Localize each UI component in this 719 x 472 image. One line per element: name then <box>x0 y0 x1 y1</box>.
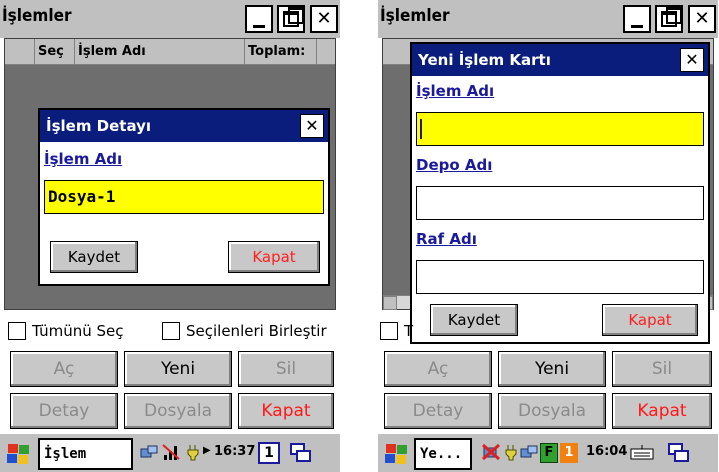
windows-start-icon[interactable] <box>4 442 30 466</box>
islem-adi-input[interactable] <box>416 112 704 146</box>
task-button-islem-detay[interactable]: İşlem De... <box>38 438 133 470</box>
list-header: Seç İşlem Adı Toplam: <box>5 39 335 65</box>
dialog-title: İşlem Detayı <box>46 117 152 135</box>
close-icon: ✕ <box>316 8 332 29</box>
close-icon: ✕ <box>305 116 319 135</box>
dialog-title: Yeni İşlem Kartı <box>418 51 551 69</box>
detay-button[interactable]: Detay <box>10 393 118 429</box>
no-network-icon[interactable] <box>482 443 500 461</box>
ac-button[interactable]: Aç <box>10 351 118 387</box>
windows-start-icon[interactable] <box>382 442 408 466</box>
task-button-yeni[interactable]: Ye... <box>414 438 472 470</box>
power-plug-icon[interactable] <box>502 443 520 461</box>
app-title: İşlemler <box>2 6 72 26</box>
close-icon: ✕ <box>694 8 710 29</box>
minimize-icon <box>253 24 265 28</box>
clock[interactable]: 16:04 <box>586 444 627 459</box>
sil-button[interactable]: Sil <box>612 351 712 387</box>
taskbar: Ye... F 1 16:04 <box>378 432 718 472</box>
dialog-title-bar: Yeni İşlem Kartı ✕ <box>412 44 708 76</box>
dialog-close-button[interactable]: ✕ <box>300 114 324 138</box>
islem-adi-label: İşlem Adı <box>416 82 495 100</box>
title-bar: İşlemler ✕ <box>0 0 340 38</box>
merge-selected-checkbox-row[interactable]: Seçilenleri Birleştir <box>162 318 327 344</box>
islem-detay-dialog: İşlem Detayı ✕ İşlem Adı Dosya-1 Kaydet … <box>38 108 330 286</box>
scroll-left-arrow[interactable] <box>383 296 397 310</box>
depo-adi-input[interactable] <box>416 186 704 220</box>
depo-adi-label: Depo Adı <box>416 156 493 174</box>
column-header-islem-adi[interactable]: İşlem Adı <box>75 39 245 65</box>
text-caret <box>420 119 422 139</box>
signal-icon[interactable] <box>162 443 180 461</box>
kapat-main-button[interactable]: Kapat <box>612 393 712 429</box>
merge-selected-checkbox[interactable] <box>162 322 180 340</box>
maximize-button[interactable] <box>655 5 683 33</box>
minimize-icon <box>631 24 643 28</box>
minimize-button[interactable] <box>245 5 273 33</box>
kapat-button[interactable]: Kapat <box>602 304 698 336</box>
merge-selected-label: Seçilenleri Birleştir <box>186 322 327 340</box>
close-icon: ✕ <box>685 50 699 69</box>
clock[interactable]: 16:37 <box>214 444 255 459</box>
sil-button[interactable]: Sil <box>238 351 334 387</box>
taskbar: İşlem De... ▶ 16:37 1 <box>0 432 340 472</box>
screen-islem-detay: İşlemler ✕ Seç İşlem Adı Toplam: İşlem D… <box>0 0 340 472</box>
input-panel-badge[interactable]: 1 <box>258 442 280 464</box>
app-title: İşlemler <box>380 6 450 26</box>
yeni-button[interactable]: Yeni <box>124 351 232 387</box>
raf-adi-label: Raf Adı <box>416 230 477 248</box>
close-button[interactable]: ✕ <box>310 5 338 33</box>
restore-icon <box>283 7 304 27</box>
dialog-close-button[interactable]: ✕ <box>680 48 704 72</box>
detay-button[interactable]: Detay <box>384 393 492 429</box>
tray-expand-icon[interactable]: ▶ <box>203 445 211 456</box>
select-all-label-partial: T <box>404 322 414 340</box>
window-switch-icon[interactable] <box>290 443 312 463</box>
islem-adi-label: İşlem Adı <box>44 150 123 168</box>
keyboard-icon[interactable] <box>630 443 654 461</box>
kapat-main-button[interactable]: Kapat <box>238 393 334 429</box>
dosyala-button[interactable]: Dosyala <box>498 393 606 429</box>
column-header-blank[interactable] <box>5 39 35 65</box>
yeni-islem-karti-dialog: Yeni İşlem Kartı ✕ İşlem Adı Depo Adı Ra… <box>410 42 710 344</box>
power-plug-icon[interactable] <box>184 443 202 461</box>
yeni-button[interactable]: Yeni <box>498 351 606 387</box>
network-icon[interactable] <box>140 443 158 461</box>
select-all-checkbox[interactable] <box>8 322 26 340</box>
column-header-sec[interactable]: Seç <box>35 39 75 65</box>
select-all-checkbox-row[interactable]: T <box>380 318 413 344</box>
kaydet-button[interactable]: Kaydet <box>50 241 138 273</box>
window-switch-icon[interactable] <box>668 443 690 463</box>
network-icon[interactable] <box>520 443 538 461</box>
f-badge[interactable]: F <box>540 443 558 463</box>
close-button[interactable]: ✕ <box>688 5 716 33</box>
select-all-label: Tümünü Seç <box>32 322 124 340</box>
maximize-button[interactable] <box>277 5 305 33</box>
minimize-button[interactable] <box>623 5 651 33</box>
dosyala-button[interactable]: Dosyala <box>124 393 232 429</box>
raf-adi-input[interactable] <box>416 260 704 294</box>
islem-adi-input[interactable]: Dosya-1 <box>44 180 324 214</box>
select-all-checkbox-row[interactable]: Tümünü Seç <box>8 318 124 344</box>
kaydet-button[interactable]: Kaydet <box>430 304 518 336</box>
dialog-title-bar: İşlem Detayı ✕ <box>40 110 328 142</box>
screen-yeni-islem-karti: İşlemler ✕ Yeni İşlem Kartı ✕ İşlem Adı … <box>378 0 718 472</box>
title-bar: İşlemler ✕ <box>378 0 718 38</box>
number-badge[interactable]: 1 <box>560 443 578 463</box>
kapat-button[interactable]: Kapat <box>228 241 320 273</box>
restore-icon <box>661 7 682 27</box>
select-all-checkbox[interactable] <box>380 322 398 340</box>
column-header-toplam[interactable]: Toplam: <box>245 39 317 65</box>
ac-button[interactable]: Aç <box>384 351 492 387</box>
